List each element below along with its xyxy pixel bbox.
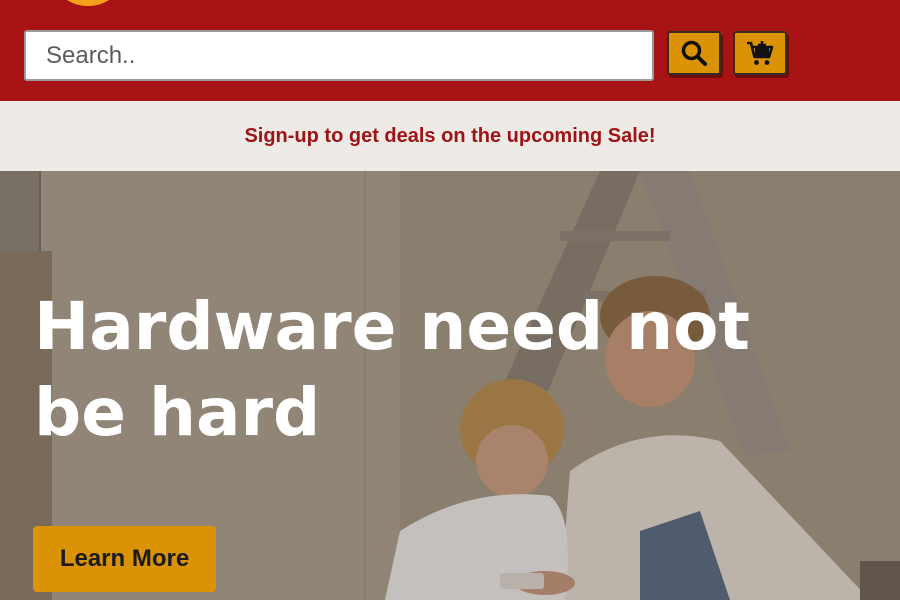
search-input[interactable] xyxy=(24,30,654,81)
learn-more-button[interactable]: Learn More xyxy=(33,526,216,592)
cart-button[interactable] xyxy=(733,31,787,75)
search-button[interactable] xyxy=(667,31,721,75)
search-icon xyxy=(681,40,707,66)
cart-add-icon xyxy=(747,41,774,65)
brand-logo[interactable] xyxy=(48,0,128,6)
site-header xyxy=(0,0,900,101)
promo-banner[interactable]: Sign-up to get deals on the upcoming Sal… xyxy=(0,101,900,171)
hero-section: Hardware need not be hard Learn More xyxy=(0,171,900,600)
promo-text[interactable]: Sign-up to get deals on the upcoming Sal… xyxy=(244,125,655,148)
hero-title: Hardware need not be hard xyxy=(34,288,750,451)
